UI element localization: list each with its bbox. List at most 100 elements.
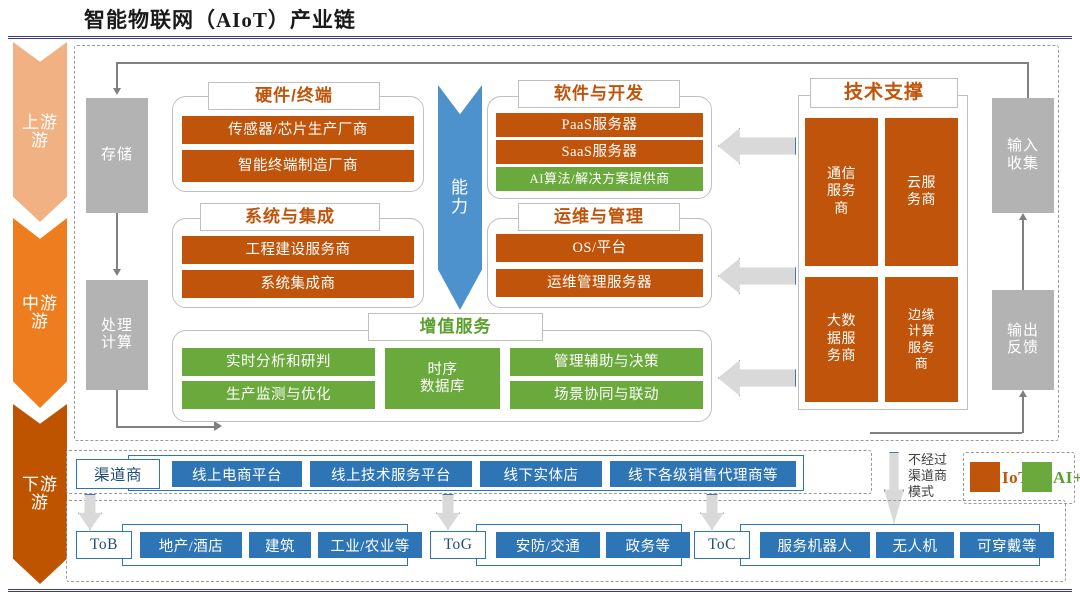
group-title-value-added-services: 增值服务 [368, 313, 543, 341]
connector-top-horizontal [116, 62, 1028, 64]
tech-box-bigdata-l2: 据服 [827, 331, 856, 347]
no-channel-line3: 模式 [908, 484, 935, 499]
tech-box-cloud-l2: 务商 [907, 193, 936, 208]
downstream-item-real-estate-hotel: 地产/酒店 [140, 532, 242, 558]
stage-label-midstream-1: 中游 [22, 294, 58, 314]
item-os-platform: OS/平台 [496, 234, 703, 262]
capability-label-line1: 能 [451, 177, 469, 197]
tech-box-communication-l2: 服务 [827, 184, 856, 200]
capability-label-line2: 力 [451, 196, 469, 216]
tech-box-edge-l1: 边缘 [907, 307, 935, 322]
connector-arrowhead-storage [113, 88, 121, 95]
legend-label-ai: AI+ [1053, 468, 1080, 487]
item-timeseries-database: 时序 数据库 [385, 348, 500, 409]
group-title-text-system: 系统与集成 [245, 207, 335, 226]
page-title: 智能物联网（AIoT）产业链 [84, 8, 356, 32]
tech-box-bigdata-l3: 务商 [827, 349, 856, 365]
pipeline-box-compute: 处理 计算 [86, 280, 148, 390]
channel-item-offline-sales-agents: 线下各级销售代理商等 [610, 461, 796, 487]
diagram-canvas: 智能物联网（AIoT）产业链 上游游 中游游 下游游 存储 处理 计算 输入 收… [0, 0, 1080, 614]
connector-arrowhead-output [1019, 390, 1027, 397]
item-system-integrator: 系统集成商 [182, 270, 414, 298]
tech-box-bigdata-provider: 大数 据服 务商 [805, 277, 878, 402]
connector-bottom-rail [116, 426, 216, 428]
stage-chevron-upstream: 上游游 [13, 42, 67, 222]
group-title-text-ops: 运维与管理 [554, 207, 644, 226]
pipeline-box-input: 输入 收集 [992, 98, 1054, 213]
item-timeseries-database-line2: 数据库 [420, 378, 465, 395]
stage-label-downstream-2: 游 [31, 493, 49, 512]
connector-arrowhead-compute [113, 269, 121, 276]
connector-top-into-storage [116, 62, 118, 88]
downstream-header-toc: ToC [694, 531, 750, 559]
item-ai-algorithm-solution-provider: AI算法/解决方案提供商 [496, 167, 703, 191]
pipeline-box-output: 输出 反馈 [992, 290, 1054, 390]
no-channel-line1: 不经过 [908, 452, 948, 467]
tech-box-bigdata-l1: 大数 [827, 314, 856, 330]
group-title-tech-support: 技术支撑 [810, 78, 958, 108]
downstream-item-security-transport: 安防/交通 [496, 532, 600, 558]
connector-compute-down [116, 390, 118, 426]
downstream-item-service-robot: 服务机器人 [760, 532, 870, 558]
connector-output-riser [1022, 397, 1024, 433]
item-timeseries-database-line1: 时序 [427, 361, 458, 378]
connector-top-into-input [1027, 62, 1029, 98]
legend-swatch-ai [1022, 462, 1052, 492]
tech-box-communication-l1: 通信 [827, 166, 856, 182]
bottom-rule [8, 589, 1072, 592]
channel-item-online-tech-service: 线上技术服务平台 [310, 461, 472, 487]
group-title-ops-management: 运维与管理 [518, 203, 680, 231]
tech-box-cloud-provider: 云服 务商 [885, 118, 958, 266]
group-title-software-development: 软件与开发 [518, 80, 680, 108]
group-title-text-software: 软件与开发 [554, 84, 644, 103]
downstream-header-tog: ToG [430, 531, 486, 559]
item-scenario-collaboration: 场景协同与联动 [510, 381, 703, 409]
stage-label-upstream-2: 游 [31, 131, 49, 150]
item-management-decision-support: 管理辅助与决策 [510, 348, 703, 376]
stage-chevron-downstream: 下游游 [13, 404, 67, 584]
item-engineering-construction-provider: 工程建设服务商 [182, 236, 414, 264]
stage-chevron-midstream: 中游游 [13, 218, 67, 408]
connector-downstream-to-output [870, 432, 1022, 434]
pipeline-input-line2: 收集 [1006, 155, 1039, 172]
group-title-text-value-added: 增值服务 [419, 317, 492, 336]
channel-item-offline-store: 线下实体店 [480, 461, 602, 487]
capability-arrow: 能 力 [438, 85, 482, 310]
downstream-item-industry-agriculture: 工业/农业等 [318, 532, 422, 558]
downstream-item-government: 政务等 [606, 532, 690, 558]
downstream-header-tob: ToB [76, 531, 132, 559]
pipeline-compute-line2: 计算 [100, 335, 133, 351]
downstream-item-drone: 无人机 [876, 532, 954, 558]
channel-header: 渠道商 [76, 459, 160, 489]
stage-label-downstream-1: 下游 [22, 475, 58, 495]
item-ops-management-server: 运维管理服务器 [496, 269, 703, 297]
downstream-item-construction: 建筑 [249, 532, 311, 558]
tech-box-communication-provider: 通信 服务 商 [805, 118, 878, 266]
pipeline-compute-line1: 处理 [100, 317, 133, 334]
tech-box-edge-l3: 服务 [907, 339, 935, 355]
group-title-hardware-terminal: 硬件/终端 [208, 82, 380, 110]
group-title-text-hardware: 硬件/终端 [255, 86, 333, 105]
stage-label-midstream-2: 游 [31, 312, 49, 331]
legend-swatch-iot [970, 462, 1000, 492]
item-realtime-analysis: 实时分析和研判 [182, 348, 375, 376]
no-channel-line2: 渠道商 [908, 468, 948, 483]
connector-arrowhead-input [1019, 213, 1027, 220]
pipeline-input-line1: 输入 [1006, 138, 1039, 155]
pipeline-output-line1: 输出 [1006, 322, 1039, 339]
tech-box-communication-l3: 商 [834, 201, 849, 217]
item-paas-server: PaaS服务器 [496, 113, 703, 137]
downstream-item-wearable: 可穿戴等 [960, 532, 1054, 558]
pipeline-box-storage: 存储 [86, 98, 148, 213]
top-rule [8, 36, 1072, 39]
tech-box-edge-l2: 计算 [907, 323, 935, 339]
tech-box-cloud-l1: 云服 [907, 175, 936, 191]
item-sensor-chip-manufacturer: 传感器/芯片生产厂商 [182, 116, 414, 144]
item-smart-terminal-manufacturer: 智能终端制造厂商 [182, 150, 414, 182]
no-channel-mode-note: 不经过 渠道商 模式 [908, 452, 970, 500]
group-title-system-integration: 系统与集成 [200, 203, 380, 231]
pipeline-output-line2: 反馈 [1006, 340, 1039, 356]
item-production-monitoring-optimization: 生产监测与优化 [182, 381, 375, 409]
item-saas-server: SaaS服务器 [496, 140, 703, 164]
tech-box-edge-l4: 商 [914, 355, 929, 371]
